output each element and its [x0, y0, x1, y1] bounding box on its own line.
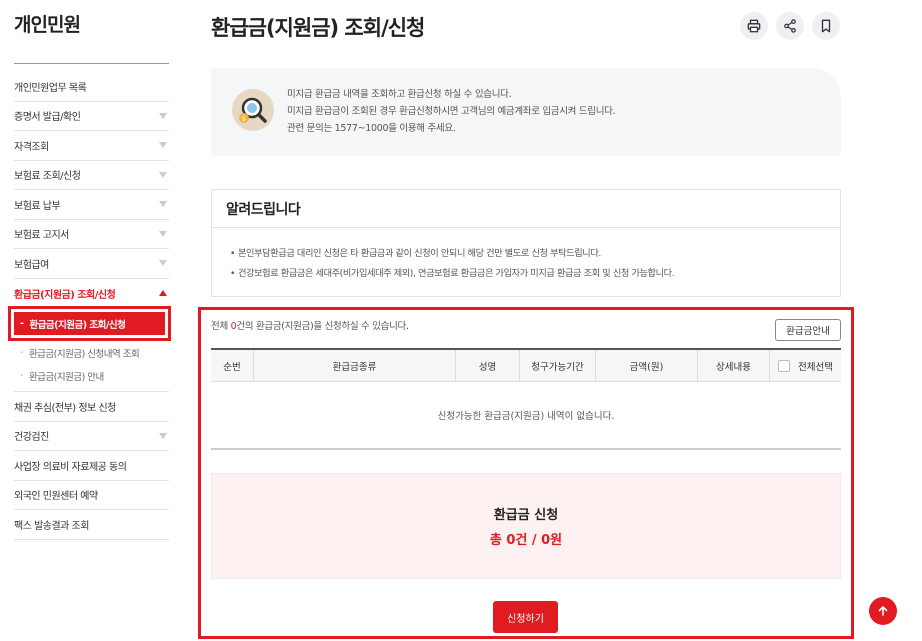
sidebar-subitem-label: 환급금(지원금) 조회/신청 [29, 319, 126, 331]
info-line: 관련 문의는 1577~1000을 이용해 주세요. [287, 123, 456, 134]
sidebar-item-premium-inquiry[interactable]: 보험료 조회/신청 [14, 161, 169, 190]
chevron-down-icon [159, 201, 167, 208]
sidebar-item-label: 보험료 납부 [14, 200, 61, 212]
chevron-down-icon [159, 142, 167, 149]
refund-summary-box: 환급금 신청 총 0건 / 0원 [211, 473, 841, 579]
info-line: 미지급 환급금 내역을 조회하고 환급신청 하실 수 있습니다. [287, 89, 512, 100]
sidebar-subitem-refund-inquiry[interactable]: - 환급금(지원금) 조회/신청 [8, 306, 171, 341]
sidebar-item-refund[interactable]: 환급금(지원금) 조회/신청 [14, 279, 169, 309]
bullet-icon: • [230, 248, 236, 259]
column-header-name: 성명 [455, 350, 519, 381]
sidebar-subitem-refund-history[interactable]: - 환급금(지원금) 신청내역 조회 [14, 341, 169, 364]
sidebar-item-label: 채권 추심(전부) 정보 신청 [14, 402, 116, 414]
select-all-label: 전체선택 [798, 361, 833, 373]
sidebar-item-label: 환급금(지원금) 조회/신청 [14, 289, 116, 301]
info-box: $ 미지급 환급금 내역을 조회하고 환급신청 하실 수 있습니다. 미지급 환… [211, 68, 841, 156]
sidebar-item-qualification[interactable]: 자격조회 [14, 131, 169, 161]
print-button[interactable] [740, 12, 768, 40]
share-button[interactable] [776, 12, 804, 40]
select-all-control[interactable]: 전체선택 [769, 350, 841, 381]
sidebar-item-foreigner-center[interactable]: 외국인 민원센터 예약 [14, 481, 169, 510]
summary-title: 환급금 신청 [493, 508, 559, 523]
share-icon [784, 19, 796, 33]
sidebar-item-label: 외국인 민원센터 예약 [14, 491, 98, 503]
scroll-top-button[interactable] [869, 597, 897, 625]
chevron-down-icon [159, 230, 167, 237]
bookmark-button[interactable] [812, 12, 840, 40]
refund-table-header: 순번 환급금종류 성명 청구가능기간 금액(원) 상세내용 전체선택 [211, 348, 841, 382]
notice-item: • 본인부담환급금 대리인 신청은 타 환급금과 같이 신청이 안되니 해당 건만… [230, 244, 840, 264]
apply-button[interactable]: 신청하기 [493, 601, 558, 633]
sidebar-divider [14, 63, 169, 64]
sidebar-item-label: 팩스 발송결과 조회 [14, 520, 89, 532]
arrow-up-icon [878, 606, 888, 616]
dash-icon: - [20, 318, 24, 329]
notice-title: 알려드립니다 [211, 189, 841, 227]
refund-guide-button[interactable]: 환급금안내 [775, 319, 841, 341]
sidebar-item-label: 건강검진 [14, 432, 49, 444]
sidebar-item-health-checkup[interactable]: 건강검진 [14, 422, 169, 451]
count-suffix: 건의 환급금(지원금)을 신청하실 수 있습니다. [236, 321, 409, 332]
sidebar-item-debt-collection[interactable]: 채권 추심(전부) 정보 신청 [14, 392, 169, 422]
summary-total: 총 0건 / 0원 [489, 533, 563, 548]
sidebar-title: 개인민원 [14, 14, 81, 36]
info-line: 미지급 환급금이 조회된 경우 환급신청하시면 고객님의 예금계좌로 입금시켜 … [287, 106, 616, 117]
column-header-seq: 순번 [223, 361, 241, 373]
svg-text:$: $ [242, 115, 246, 123]
refund-count-text: 전체 0건의 환급금(지원금)을 신청하실 수 있습니다. [211, 318, 409, 332]
count-prefix: 전체 [211, 321, 231, 332]
chevron-up-icon [159, 290, 167, 297]
magnifier-coin-icon: $ [232, 89, 274, 131]
chevron-down-icon [159, 171, 167, 178]
column-header-type: 환급금종류 [253, 350, 455, 381]
sidebar-submenu: - 환급금(지원금) 조회/신청 - 환급금(지원금) 신청내역 조회 - 환급금(지… [8, 306, 171, 392]
sidebar-subitem-label: 환급금(지원금) 안내 [28, 371, 104, 383]
sidebar-item-label: 보험료 고지서 [14, 230, 69, 242]
sidebar-item-label: 사업장 의료비 자료제공 동의 [14, 461, 127, 473]
sidebar-subitem-refund-guide[interactable]: - 환급금(지원금) 안내 [14, 364, 169, 387]
column-header-detail: 상세내용 [697, 350, 769, 381]
sidebar-item-benefits[interactable]: 보험급여 [14, 249, 169, 279]
chevron-down-icon [159, 112, 167, 119]
notice-item-text: 건강보험료 환급금은 세대주(비가입세대주 제외), 연금보험료 환급금은 가입… [238, 268, 675, 279]
bookmark-icon [821, 19, 831, 33]
notice-body: • 본인부담환급금 대리인 신청은 타 환급금과 같이 신청이 안되니 해당 건만… [211, 227, 841, 297]
sidebar-item-label: 증명서 발급/확인 [14, 112, 81, 124]
column-header-amount: 금액(원) [595, 350, 697, 381]
print-icon [747, 19, 761, 33]
sidebar-item-premium-notice[interactable]: 보험료 고지서 [14, 220, 169, 249]
sidebar-item-premium-payment[interactable]: 보험료 납부 [14, 190, 169, 220]
sidebar-item-label: 개인민원업무 목록 [14, 82, 87, 94]
sidebar-item-civil-list[interactable]: 개인민원업무 목록 [14, 72, 169, 102]
info-text: 미지급 환급금 내역을 조회하고 환급신청 하실 수 있습니다. 미지급 환급금… [287, 86, 616, 137]
sidebar-item-medical-consent[interactable]: 사업장 의료비 자료제공 동의 [14, 451, 169, 481]
sidebar-subitem-label: 환급금(지원금) 신청내역 조회 [28, 348, 140, 360]
chevron-down-icon [159, 432, 167, 439]
dash-icon: - [20, 370, 23, 381]
dash-icon: - [20, 347, 23, 358]
page-title: 환급금(지원금) 조회/신청 [211, 16, 425, 40]
chevron-down-icon [159, 260, 167, 267]
sidebar-item-label: 자격조회 [14, 141, 49, 153]
sidebar-item-label: 보험료 조회/신청 [14, 171, 81, 183]
notice-item-text: 본인부담환급금 대리인 신청은 타 환급금과 같이 신청이 안되니 해당 건만 … [238, 248, 601, 259]
sidebar-menu: 개인민원업무 목록 증명서 발급/확인 자격조회 보험료 조회/신청 보험료 납… [8, 72, 171, 540]
sidebar-item-label: 보험급여 [14, 259, 49, 271]
bullet-icon: • [230, 268, 236, 279]
sidebar-item-fax-result[interactable]: 팩스 발송결과 조회 [14, 510, 169, 540]
column-header-period: 청구가능기간 [519, 350, 595, 381]
notice-item: • 건강보험료 환급금은 세대주(비가입세대주 제외), 연금보험료 환급금은 가… [230, 264, 840, 284]
table-empty-message: 신청가능한 환급금(지원금) 내역이 없습니다. [211, 382, 841, 450]
sidebar-item-certificate[interactable]: 증명서 발급/확인 [14, 102, 169, 131]
select-all-checkbox[interactable] [778, 359, 791, 372]
